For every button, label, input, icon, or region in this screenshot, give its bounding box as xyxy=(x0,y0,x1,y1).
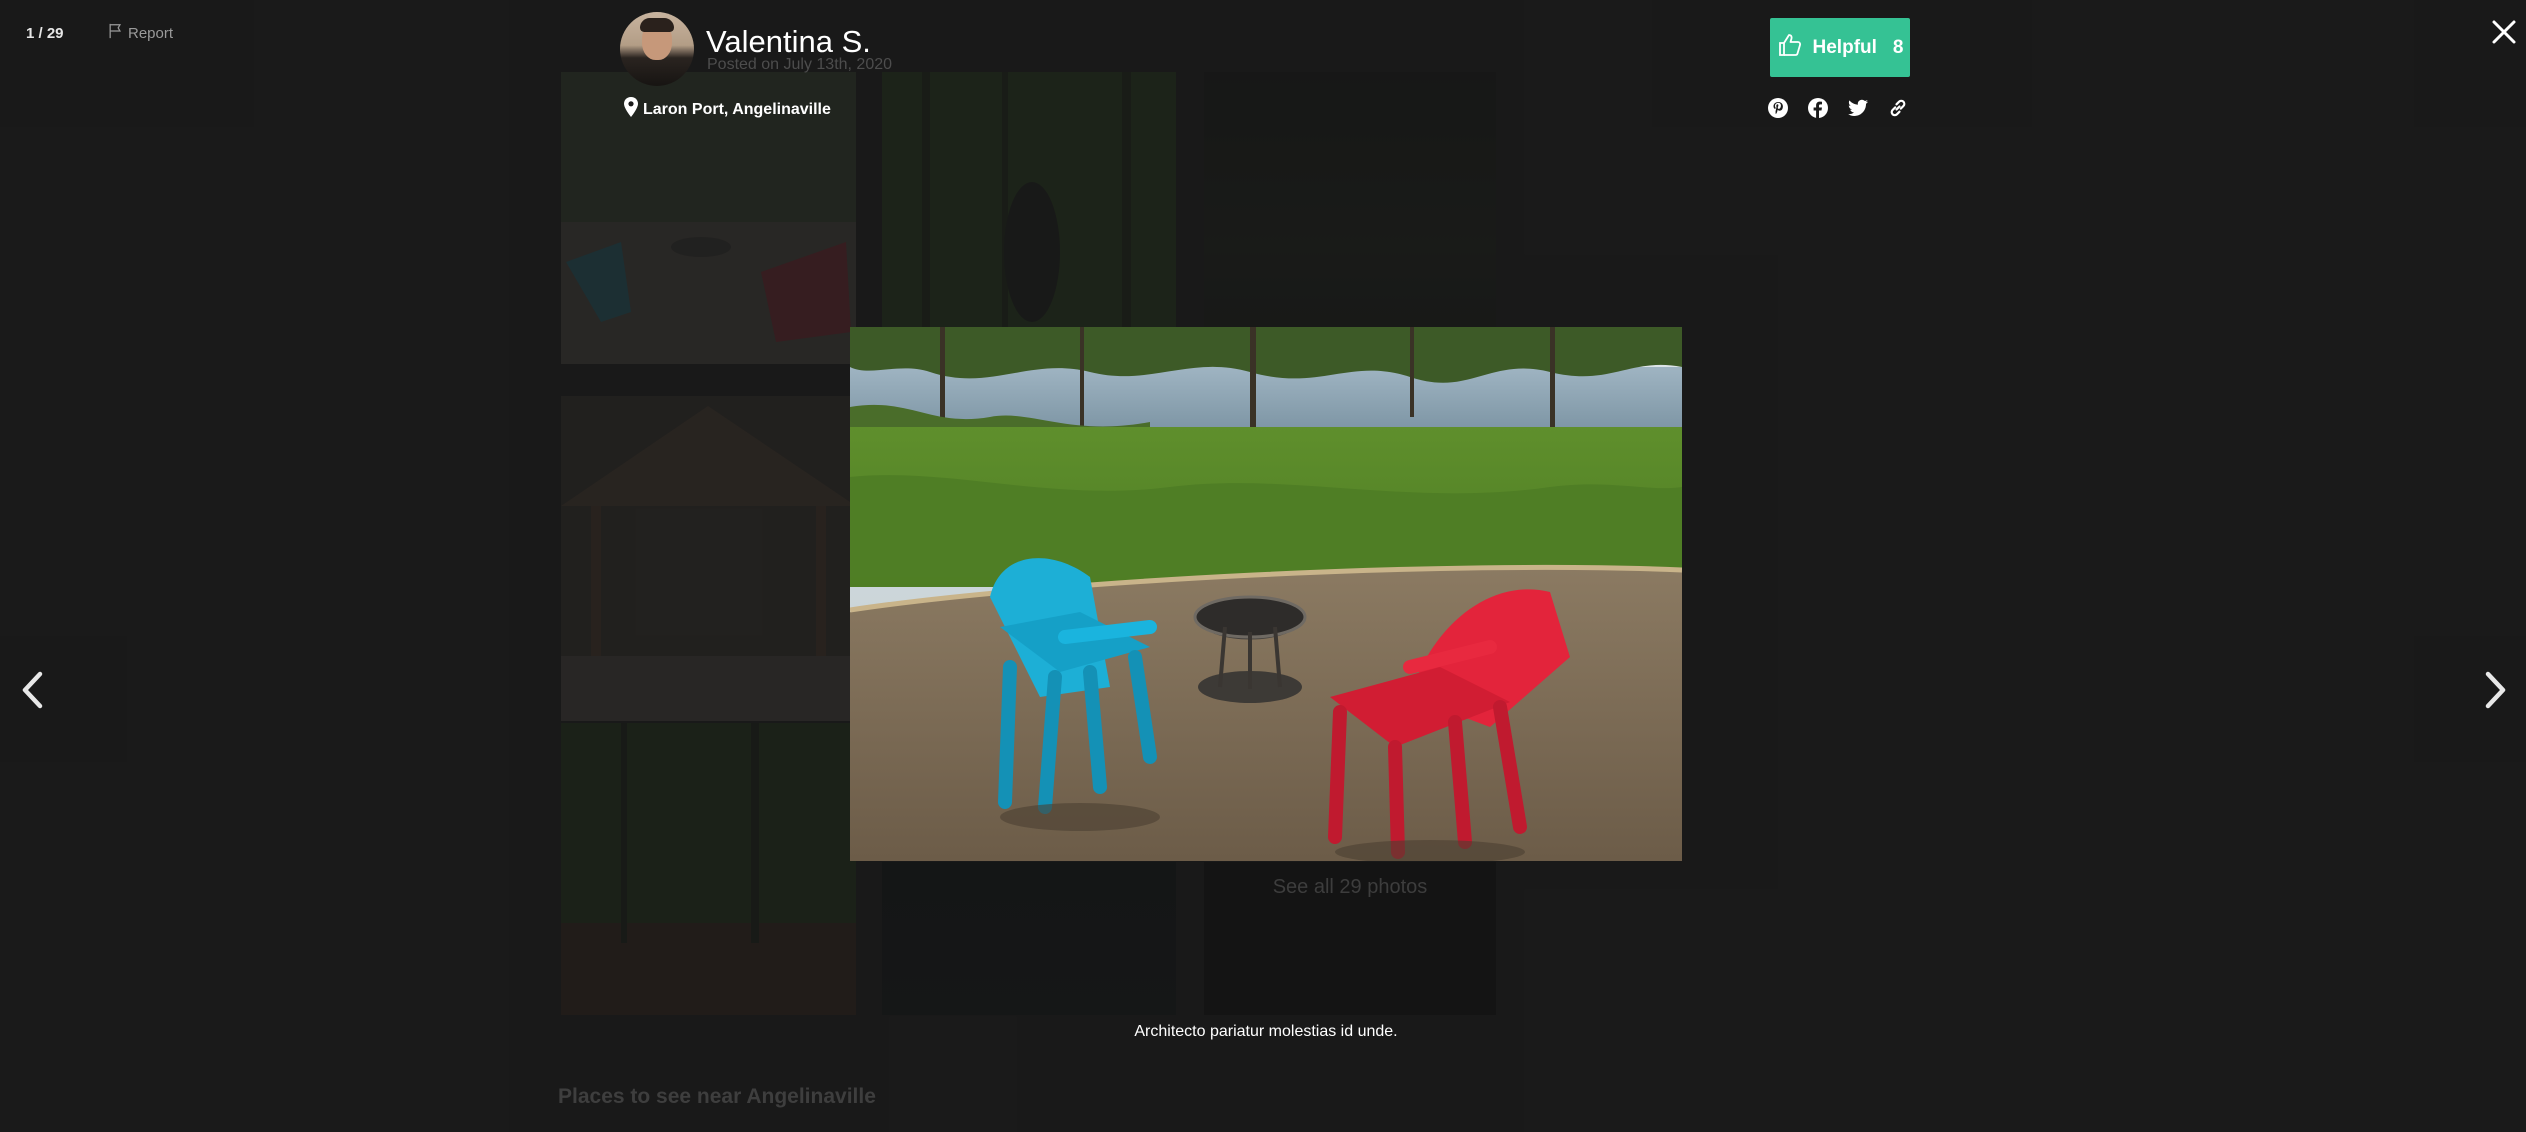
photo-caption: Architecto pariatur molestias id unde. xyxy=(1134,1023,1398,1040)
see-all-photos-link: See all 29 photos xyxy=(1272,876,1428,898)
location-label: Laron Port, Angelinaville xyxy=(643,100,831,118)
flag-icon xyxy=(108,23,123,43)
author-name[interactable]: Valentina S. xyxy=(706,24,871,60)
twitter-icon[interactable] xyxy=(1846,96,1870,120)
helpful-button[interactable]: Helpful 8 xyxy=(1770,18,1910,77)
close-icon[interactable] xyxy=(2490,18,2518,46)
report-button[interactable]: Report xyxy=(108,23,173,43)
chevron-right-icon[interactable] xyxy=(2480,670,2510,710)
report-label: Report xyxy=(128,24,174,42)
places-heading: Places to see near Angelinaville xyxy=(558,1085,876,1108)
helpful-count: 8 xyxy=(1892,36,1904,58)
main-photo xyxy=(850,327,1682,861)
chevron-left-icon[interactable] xyxy=(18,670,48,710)
map-pin-icon xyxy=(622,96,640,123)
avatar[interactable] xyxy=(620,12,694,86)
pinterest-icon[interactable] xyxy=(1766,96,1790,120)
facebook-icon[interactable] xyxy=(1806,96,1830,120)
posted-date: Posted on July 13th, 2020 xyxy=(707,56,893,73)
helpful-label: Helpful xyxy=(1812,36,1877,58)
photo-counter: 1 / 29 xyxy=(26,25,64,42)
location[interactable]: Laron Port, Angelinaville xyxy=(622,96,831,123)
link-icon[interactable] xyxy=(1886,96,1910,120)
thumbs-up-icon xyxy=(1777,32,1803,64)
